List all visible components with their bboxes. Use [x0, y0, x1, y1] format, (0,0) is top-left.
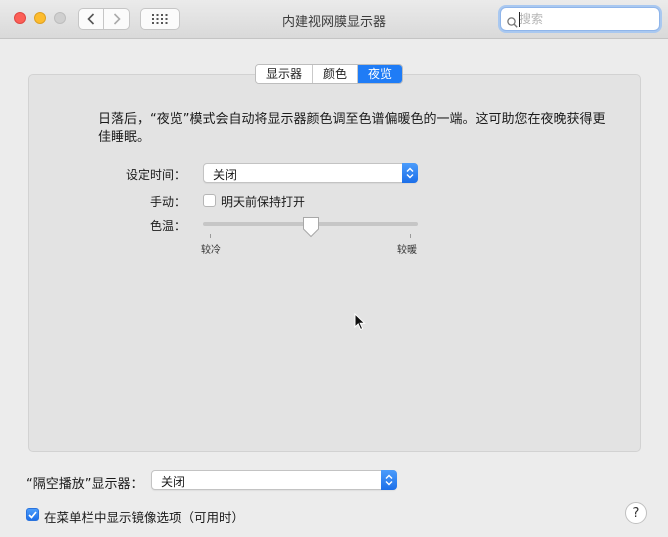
schedule-label: 设定时间：: [125, 168, 186, 182]
mirroring-label: 在菜单栏中显示镜像选项（可用时）: [44, 510, 245, 525]
manual-checkbox-label: 明天前保持打开: [221, 195, 306, 209]
slider-tick: [410, 234, 411, 238]
schedule-value: 关闭: [213, 168, 238, 182]
airplay-display-value: 关闭: [161, 475, 186, 489]
cooler-label: 较冷: [201, 245, 221, 256]
tab-color[interactable]: 颜色: [313, 65, 359, 83]
color-temperature-label: 色温：: [149, 219, 186, 233]
forward-button[interactable]: [104, 8, 130, 30]
tab-night-shift[interactable]: 夜览: [358, 65, 403, 83]
manual-label: 手动：: [149, 195, 186, 209]
color-temperature-thumb[interactable]: [302, 216, 320, 238]
text-caret: [519, 12, 520, 27]
minimize-button[interactable]: [34, 12, 46, 24]
tab-bar: 显示器 颜色 夜览: [255, 64, 404, 84]
grid-icon: [152, 14, 168, 24]
schedule-popup[interactable]: 关闭: [203, 163, 418, 183]
manual-checkbox[interactable]: [203, 194, 216, 207]
search-icon: [507, 13, 518, 32]
window-title: 内建视网膜显示器: [281, 15, 386, 30]
mouse-pointer-icon: [354, 312, 366, 335]
search-field[interactable]: [500, 7, 660, 31]
airplay-display-label: “隔空播放”显示器：: [26, 477, 144, 492]
updown-arrows-icon: [402, 163, 418, 183]
updown-arrows-icon: [381, 470, 397, 490]
slider-tick: [210, 234, 211, 238]
chevron-right-icon: [113, 13, 121, 25]
night-shift-description: 日落后，“夜览”模式会自动将显示器颜色调至色谱偏暖色的一端。这可助您在夜晚获得更…: [98, 112, 606, 145]
show-all-button[interactable]: [140, 8, 180, 30]
close-button[interactable]: [14, 12, 26, 24]
airplay-display-popup[interactable]: 关闭: [151, 470, 397, 490]
zoom-button[interactable]: [54, 12, 66, 24]
help-button[interactable]: ?: [625, 502, 647, 524]
mirroring-checkbox[interactable]: [26, 508, 39, 521]
warmer-label: 较暖: [397, 245, 417, 256]
title-bar: 内建视网膜显示器: [0, 0, 668, 39]
checkmark-icon: [28, 510, 37, 519]
search-input[interactable]: [519, 10, 651, 28]
back-button[interactable]: [78, 8, 104, 30]
tab-display[interactable]: 显示器: [256, 65, 314, 83]
chevron-left-icon: [87, 13, 95, 25]
